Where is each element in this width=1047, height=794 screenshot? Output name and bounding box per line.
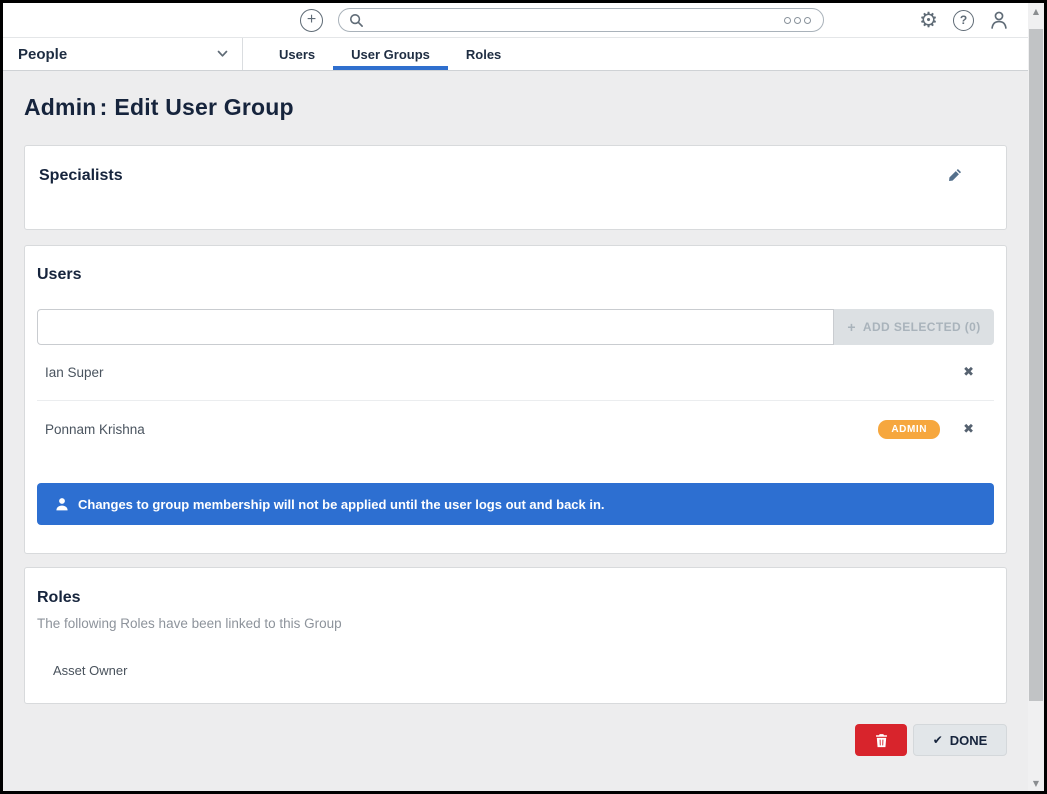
page-title: Admin:Edit User Group (24, 94, 1007, 121)
done-button[interactable]: ✔ DONE (913, 724, 1007, 756)
help-icon[interactable]: ? (953, 10, 974, 31)
page-content: Admin:Edit User Group Specialists Users … (3, 71, 1028, 791)
member-name: Ian Super (45, 365, 104, 380)
top-bar: + ⚙ ? (3, 3, 1028, 38)
module-tabs: Users User Groups Roles (261, 38, 519, 70)
module-selector-label: People (18, 46, 67, 63)
add-icon[interactable]: + (300, 9, 323, 32)
member-row: Ponnam Krishna ADMIN ✖ (37, 401, 994, 457)
admin-badge: ADMIN (878, 420, 940, 439)
roles-card-title: Roles (37, 589, 994, 607)
remove-member-icon[interactable]: ✖ (963, 422, 974, 437)
user-account-icon[interactable] (989, 10, 1009, 30)
footer-actions: ✔ DONE (24, 724, 1007, 756)
plus-icon: + (847, 319, 856, 335)
tab-roles[interactable]: Roles (448, 38, 519, 70)
page-title-separator: : (100, 94, 108, 120)
users-card: Users + ADD SELECTED (0) Ian Super ✖ Pon… (24, 245, 1007, 554)
add-selected-label: ADD SELECTED (0) (863, 320, 981, 334)
search-input[interactable] (370, 13, 784, 28)
roles-card: Roles The following Roles have been link… (24, 567, 1007, 704)
search-options-icon[interactable] (784, 17, 813, 24)
member-name: Ponnam Krishna (45, 422, 145, 437)
tab-users[interactable]: Users (261, 38, 333, 70)
check-icon: ✔ (933, 733, 943, 747)
edit-pencil-icon[interactable] (948, 168, 962, 182)
tab-user-groups[interactable]: User Groups (333, 38, 448, 70)
member-row: Ian Super ✖ (37, 345, 994, 401)
page-title-rest: Edit User Group (114, 94, 293, 120)
user-search-input[interactable] (37, 309, 834, 345)
person-icon (55, 497, 69, 511)
role-item: Asset Owner (53, 663, 994, 678)
vertical-scrollbar[interactable]: ▲ ▼ (1028, 3, 1044, 791)
group-name: Specialists (39, 167, 992, 185)
remove-member-icon[interactable]: ✖ (963, 365, 974, 380)
done-button-label: DONE (950, 733, 988, 748)
roles-card-subtitle: The following Roles have been linked to … (37, 616, 994, 631)
group-name-card: Specialists (24, 145, 1007, 230)
trash-icon (874, 733, 889, 748)
settings-gear-icon[interactable]: ⚙ (919, 10, 938, 31)
module-selector[interactable]: People (3, 38, 243, 70)
app-window: + ⚙ ? (0, 0, 1047, 794)
nav-bar: People Users User Groups Roles (3, 38, 1028, 71)
membership-notice: Changes to group membership will not be … (37, 483, 994, 525)
add-selected-button[interactable]: + ADD SELECTED (0) (834, 309, 994, 345)
add-user-row: + ADD SELECTED (0) (37, 309, 994, 345)
scrollbar-thumb[interactable] (1029, 29, 1043, 701)
search-icon (349, 13, 364, 28)
delete-group-button[interactable] (855, 724, 907, 756)
membership-notice-text: Changes to group membership will not be … (78, 497, 605, 512)
users-card-title: Users (37, 266, 994, 284)
scroll-down-icon[interactable]: ▼ (1028, 775, 1044, 791)
chevron-down-icon (217, 50, 228, 58)
scroll-up-icon[interactable]: ▲ (1028, 3, 1044, 19)
page-title-prefix: Admin (24, 94, 97, 120)
global-search[interactable] (338, 8, 824, 32)
